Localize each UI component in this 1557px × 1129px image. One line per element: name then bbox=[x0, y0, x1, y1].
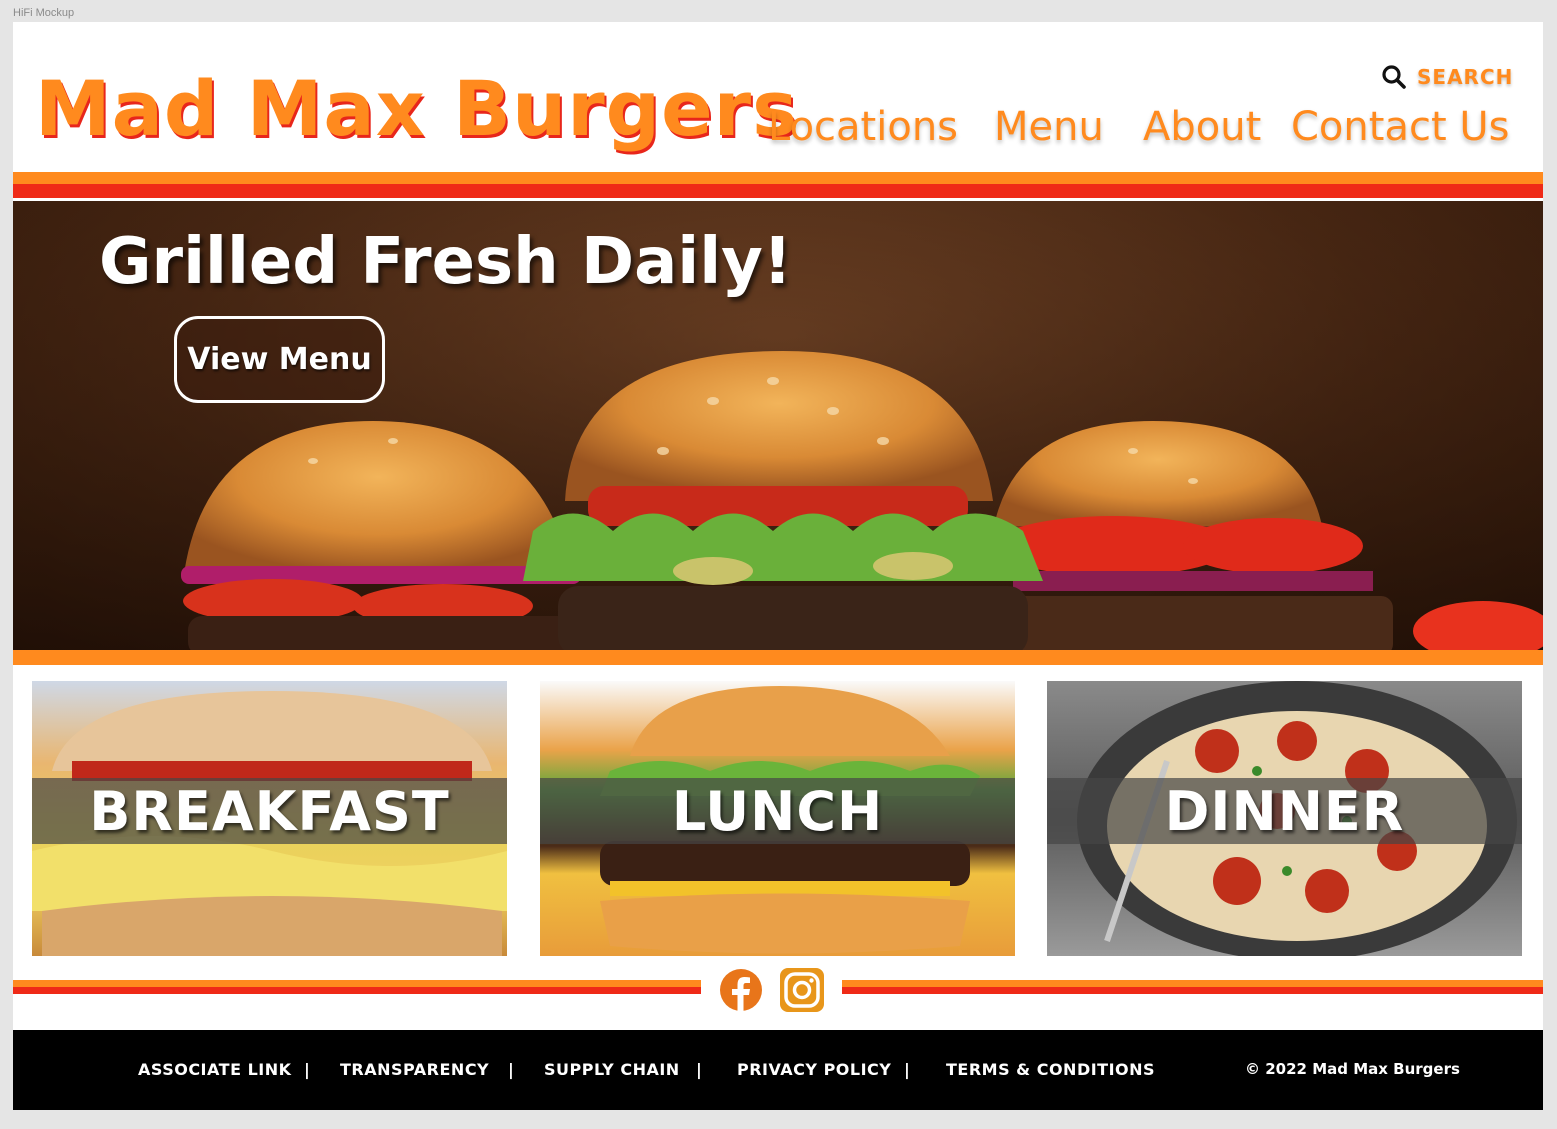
nav-menu[interactable]: Menu bbox=[994, 104, 1104, 150]
site-logo[interactable]: Mad Max Burgers bbox=[35, 64, 798, 153]
instagram-link[interactable] bbox=[780, 968, 824, 1012]
header-stripe-orange bbox=[13, 172, 1543, 184]
category-label-breakfast: BREAKFAST bbox=[89, 779, 450, 843]
category-card-lunch[interactable]: LUNCH bbox=[540, 681, 1015, 956]
footer-link-privacy-policy[interactable]: PRIVACY POLICY bbox=[737, 1060, 891, 1079]
view-menu-button[interactable]: View Menu bbox=[174, 316, 385, 403]
search-label: SEARCH bbox=[1417, 65, 1514, 89]
category-label-lunch: LUNCH bbox=[671, 779, 884, 843]
category-label-dinner: DINNER bbox=[1164, 779, 1405, 843]
page: Mad Max Burgers SEARCH Locations Menu Ab… bbox=[13, 22, 1543, 1110]
social-stripe-right-red bbox=[842, 987, 1543, 994]
footer-copyright: © 2022 Mad Max Burgers bbox=[1245, 1060, 1460, 1078]
category-card-breakfast[interactable]: BREAKFAST bbox=[32, 681, 507, 956]
search-button[interactable]: SEARCH bbox=[1381, 64, 1513, 90]
footer-link-terms[interactable]: TERMS & CONDITIONS bbox=[946, 1060, 1155, 1079]
nav-contact-us[interactable]: Contact Us bbox=[1291, 104, 1509, 150]
footer-link-transparency[interactable]: TRANSPARENCY bbox=[340, 1060, 489, 1079]
instagram-icon bbox=[780, 968, 824, 1012]
site-footer: ASSOCIATE LINK | TRANSPARENCY | SUPPLY C… bbox=[13, 1030, 1543, 1110]
category-card-dinner[interactable]: DINNER bbox=[1047, 681, 1522, 956]
nav-about[interactable]: About bbox=[1143, 104, 1261, 150]
social-stripe-right-orange bbox=[842, 980, 1543, 987]
search-icon bbox=[1382, 65, 1406, 89]
hero-banner: Grilled Fresh Daily! View Menu bbox=[13, 201, 1543, 650]
header-stripe-red bbox=[13, 184, 1543, 198]
main-nav: Locations Menu About Contact Us bbox=[753, 104, 1523, 154]
hero-bottom-stripe bbox=[13, 650, 1543, 665]
frame-label: HiFi Mockup bbox=[13, 7, 75, 19]
social-stripe-left-orange bbox=[13, 980, 701, 987]
facebook-icon bbox=[720, 969, 762, 1012]
nav-locations[interactable]: Locations bbox=[768, 104, 958, 150]
footer-separator: | bbox=[304, 1060, 310, 1079]
hero-title: Grilled Fresh Daily! bbox=[99, 225, 793, 299]
social-stripe-left-red bbox=[13, 987, 701, 994]
footer-separator: | bbox=[696, 1060, 702, 1079]
footer-separator: | bbox=[508, 1060, 514, 1079]
footer-link-supply-chain[interactable]: SUPPLY CHAIN bbox=[544, 1060, 680, 1079]
footer-link-associate[interactable]: ASSOCIATE LINK bbox=[138, 1060, 292, 1079]
footer-separator: | bbox=[904, 1060, 910, 1079]
facebook-link[interactable] bbox=[719, 968, 763, 1012]
